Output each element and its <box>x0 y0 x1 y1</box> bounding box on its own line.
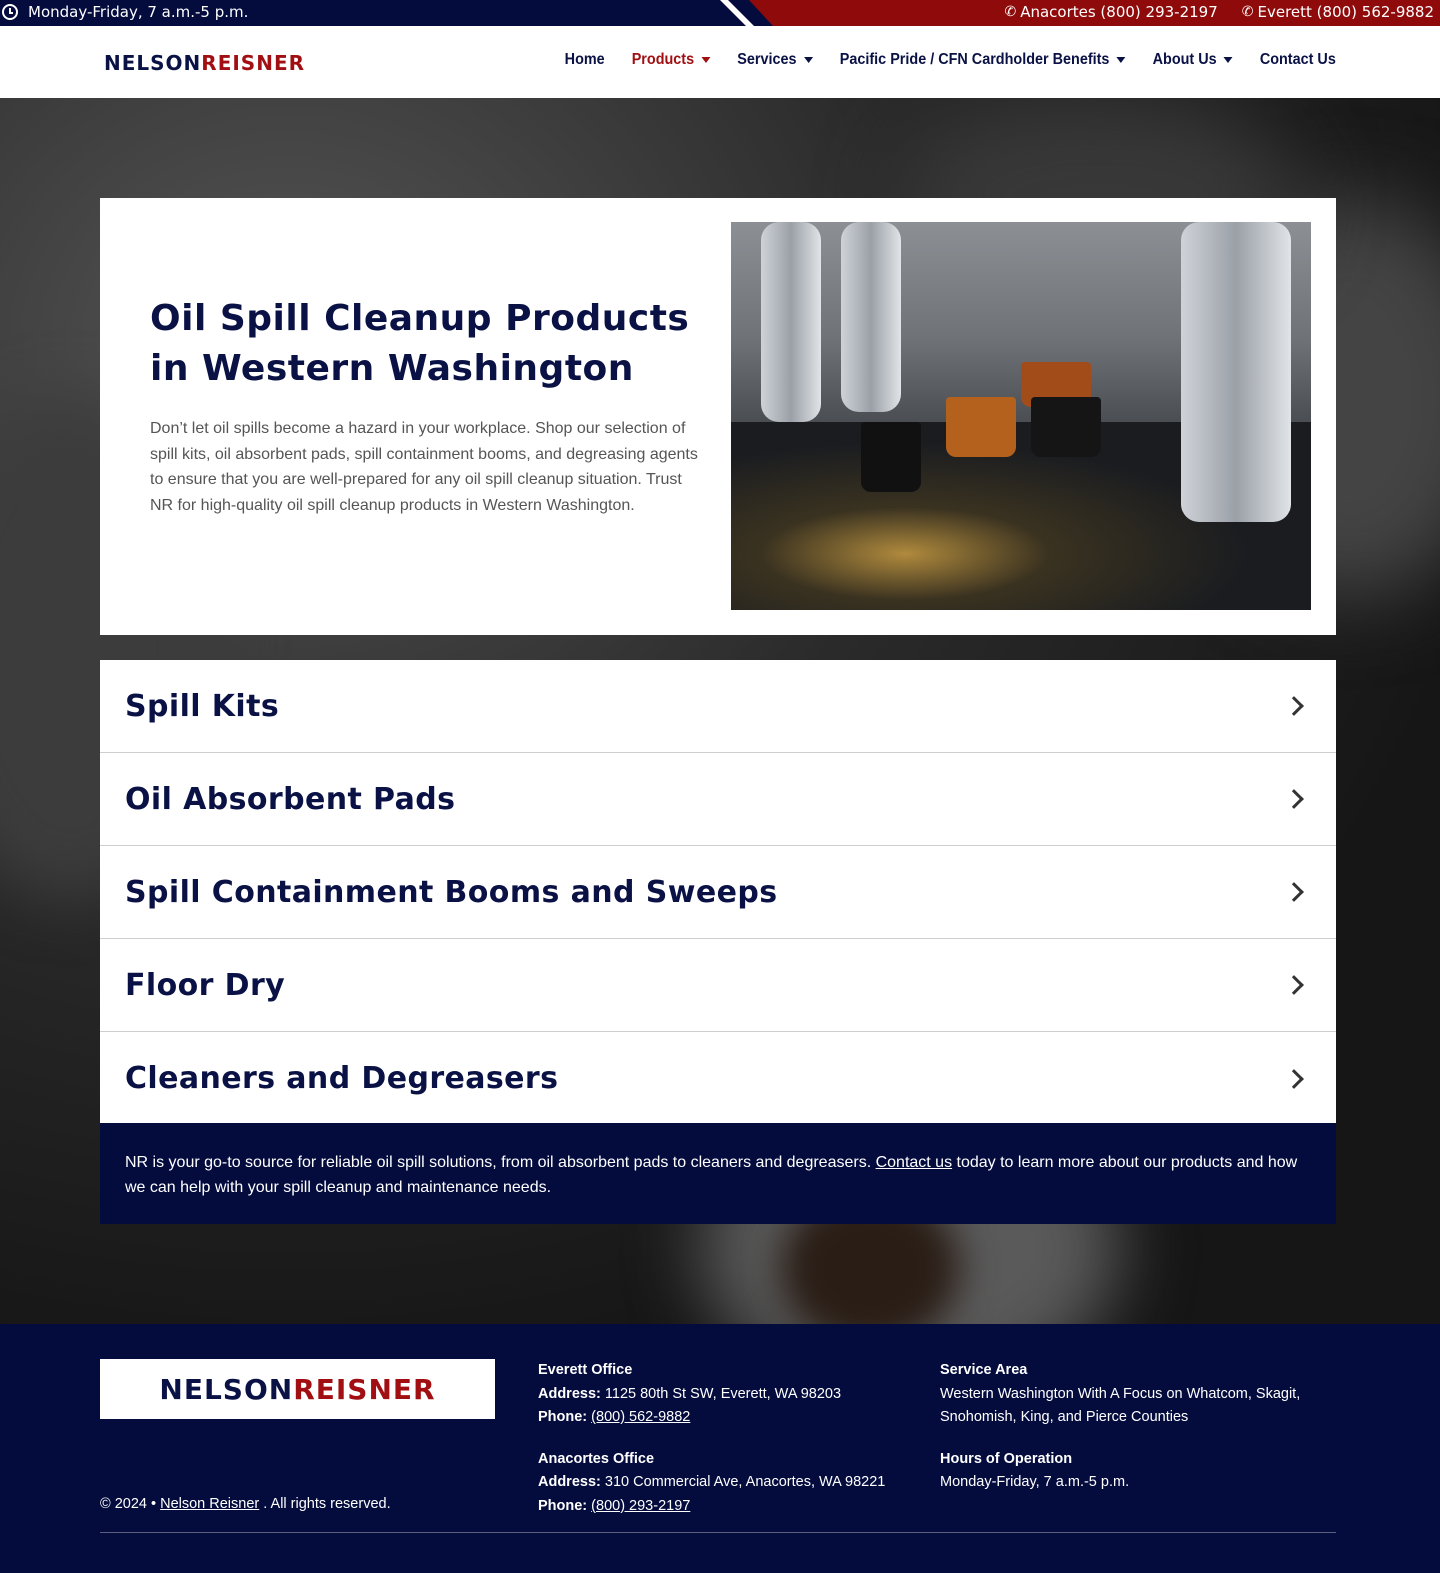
nav-label: About Us <box>1152 51 1217 68</box>
everett-phone-link[interactable]: (800) 562-9882 <box>591 1409 690 1425</box>
chevron-right-icon <box>1284 789 1304 809</box>
nav-label: Pacific Pride / CFN Cardholder Benefits <box>839 51 1110 68</box>
logo-part-reisner: REISNER <box>201 51 306 75</box>
accordion-title: Spill Kits <box>125 688 280 724</box>
chevron-right-icon <box>1284 696 1304 716</box>
chevron-right-icon <box>1284 1068 1304 1089</box>
product-category-accordion: Spill Kits Oil Absorbent Pads Spill Cont… <box>100 660 1336 1125</box>
phone-label: Phone: <box>538 1409 588 1425</box>
office-heading: Anacortes Office <box>538 1450 655 1467</box>
address-label: Address: <box>538 1385 601 1402</box>
service-area: Service Area Western Washington With A F… <box>940 1359 1340 1430</box>
footer-logo[interactable]: NELSON REISNER <box>100 1359 495 1419</box>
anacortes-office: Anacortes Office Address: 310 Commercial… <box>538 1448 885 1519</box>
copyright-link[interactable]: Nelson Reisner <box>160 1496 259 1512</box>
nav-products[interactable]: Products <box>632 51 711 69</box>
phone-links: ✆ Anacortes (800) 293-2197 ✆ Everett (80… <box>1004 3 1434 21</box>
cta-text-before: NR is your go-to source for reliable oil… <box>125 1154 876 1171</box>
accordion-spill-kits[interactable]: Spill Kits <box>100 660 1336 753</box>
footer-info: Service Area Western Washington With A F… <box>940 1359 1340 1495</box>
hours-of-operation: Hours of Operation Monday-Friday, 7 a.m.… <box>940 1448 1340 1495</box>
phone-label: Everett (800) 562-9882 <box>1257 3 1435 21</box>
logo-part-nelson: NELSON <box>159 1372 294 1406</box>
nav-about-us[interactable]: About Us <box>1153 51 1233 69</box>
accordion-title: Spill Containment Booms and Sweeps <box>125 874 778 910</box>
nav-label: Products <box>631 51 695 68</box>
site-logo[interactable]: NELSONREISNER <box>104 51 305 75</box>
phone-link-anacortes[interactable]: ✆ Anacortes (800) 293-2197 <box>1004 3 1217 21</box>
address-label: Address: <box>538 1474 601 1490</box>
phone-icon: ✆ <box>1004 4 1017 20</box>
hours-text: Monday-Friday, 7 a.m.-5 p.m. <box>940 1474 1130 1490</box>
contact-us-link[interactable]: Contact us <box>876 1154 952 1171</box>
office-heading: Everett Office <box>538 1362 633 1378</box>
oil-spill-cleanup-photo <box>731 222 1311 610</box>
caret-down-icon <box>701 57 711 63</box>
phone-label: Phone: <box>538 1497 588 1514</box>
nav-cardholder-benefits[interactable]: Pacific Pride / CFN Cardholder Benefits <box>840 51 1126 69</box>
accordion-cleaners-degreasers[interactable]: Cleaners and Degreasers <box>100 1032 1336 1125</box>
office-address: 1125 80th St SW, Everett, WA 98203 <box>600 1385 842 1402</box>
everett-office: Everett Office Address: 1125 80th St SW,… <box>538 1359 885 1430</box>
site-header: NELSONREISNER Home Products Services Pac… <box>0 26 1440 98</box>
service-area-heading: Service Area <box>940 1362 1028 1378</box>
nav-services[interactable]: Services <box>737 51 813 69</box>
nav-contact-us[interactable]: Contact Us <box>1260 51 1336 69</box>
office-address: 310 Commercial Ave, Anacortes, WA 98221 <box>600 1474 886 1490</box>
main-nav: Home Products Services Pacific Pride / C… <box>565 51 1336 69</box>
top-info-bar: Monday-Friday, 7 a.m.-5 p.m. ✆ Anacortes… <box>0 0 1440 26</box>
copyright-prefix: © 2024 • <box>100 1496 161 1512</box>
nav-label: Services <box>737 51 797 68</box>
phone-icon: ✆ <box>1241 4 1254 20</box>
intro-text: Don’t let oil spills become a hazard in … <box>150 420 698 514</box>
service-area-text: Western Washington With A Focus on Whatc… <box>940 1385 1301 1426</box>
chevron-right-icon <box>1284 975 1304 995</box>
nav-home[interactable]: Home <box>565 51 605 69</box>
footer-divider <box>100 1532 1336 1533</box>
accordion-title: Cleaners and Degreasers <box>125 1061 559 1096</box>
site-footer: NELSON REISNER © 2024 • Nelson Reisner . … <box>0 1324 1440 1573</box>
intro-card: Oil Spill Cleanup Products in Western Wa… <box>100 198 1336 635</box>
phone-link-everett[interactable]: ✆ Everett (800) 562-9882 <box>1242 3 1434 21</box>
copyright: © 2024 • Nelson Reisner . All rights res… <box>100 1496 391 1512</box>
footer-offices: Everett Office Address: 1125 80th St SW,… <box>538 1359 885 1518</box>
caret-down-icon <box>803 57 813 63</box>
chevron-right-icon <box>1284 882 1304 902</box>
nav-label: Contact Us <box>1259 51 1336 68</box>
clock-icon <box>2 4 18 20</box>
business-hours-text: Monday-Friday, 7 a.m.-5 p.m. <box>28 3 249 21</box>
phone-label: Anacortes (800) 293-2197 <box>1020 3 1218 21</box>
caret-down-icon <box>1223 57 1233 63</box>
accordion-floor-dry[interactable]: Floor Dry <box>100 939 1336 1032</box>
page-title: Oil Spill Cleanup Products in Western Wa… <box>150 298 690 389</box>
logo-part-nelson: NELSON <box>104 51 202 75</box>
accordion-title: Oil Absorbent Pads <box>125 781 456 817</box>
hours-heading: Hours of Operation <box>940 1450 1073 1467</box>
caret-down-icon <box>1116 57 1126 63</box>
accordion-spill-containment-booms[interactable]: Spill Containment Booms and Sweeps <box>100 846 1336 939</box>
logo-part-reisner: REISNER <box>293 1372 436 1406</box>
anacortes-phone-link[interactable]: (800) 293-2197 <box>591 1498 690 1514</box>
contact-cta-box: NR is your go-to source for reliable oil… <box>100 1123 1336 1224</box>
nav-label: Home <box>564 51 605 68</box>
accordion-title: Floor Dry <box>125 967 286 1003</box>
copyright-suffix: . All rights reserved. <box>259 1496 391 1512</box>
accordion-oil-absorbent-pads[interactable]: Oil Absorbent Pads <box>100 753 1336 846</box>
business-hours: Monday-Friday, 7 a.m.-5 p.m. <box>0 3 248 21</box>
